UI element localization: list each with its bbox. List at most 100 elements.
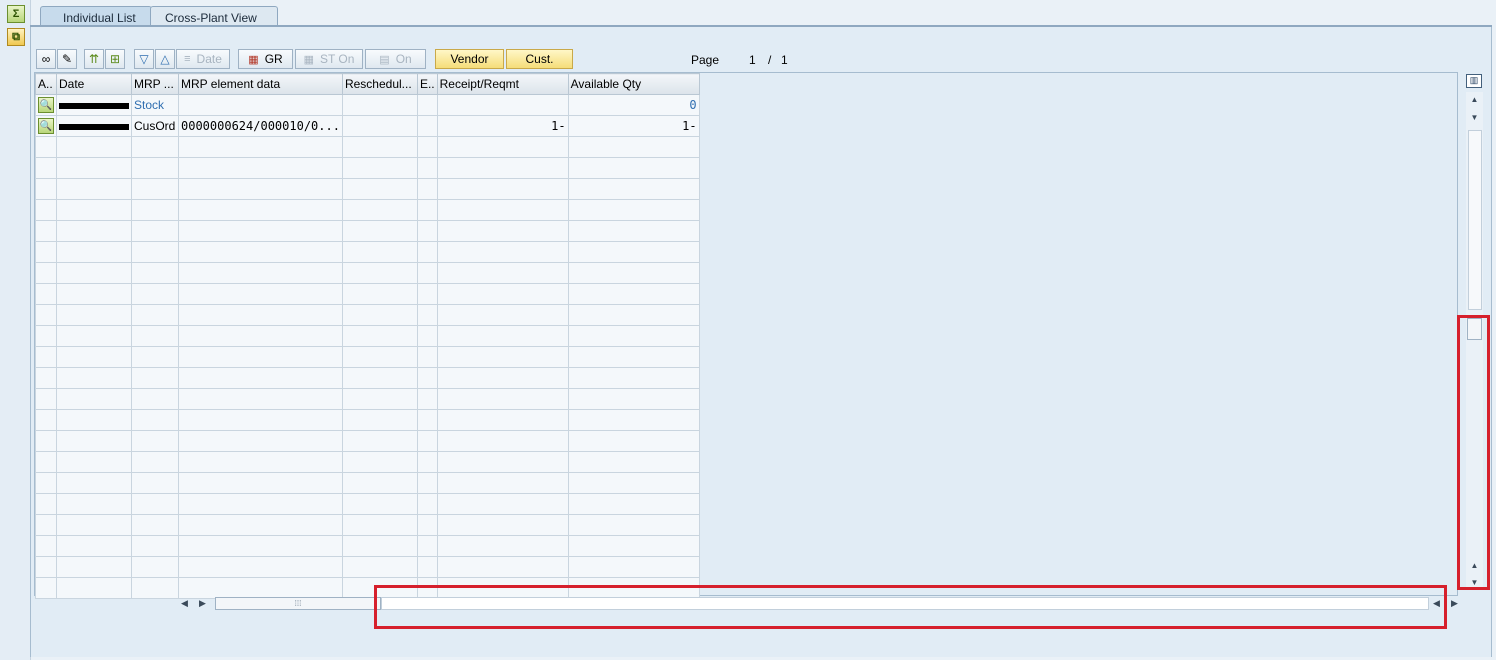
empty-cell — [35, 283, 57, 305]
empty-cell — [416, 451, 438, 473]
col-header-available[interactable]: Available Qty — [567, 73, 700, 95]
col-header-e[interactable]: E.. — [416, 73, 438, 95]
scroll-down-icon[interactable]: ▼ — [1466, 113, 1483, 122]
empty-cell — [131, 493, 179, 515]
empty-cell — [131, 136, 179, 158]
hierarchy-up-icon[interactable]: ⇈ — [84, 49, 104, 69]
collapse-all-icon[interactable]: △ — [155, 49, 175, 69]
empty-cell — [436, 241, 569, 263]
page-total: 1 — [781, 53, 788, 67]
gr-button[interactable]: ▦ GR — [238, 49, 293, 69]
page-current[interactable]: 1 — [749, 53, 756, 67]
detail-cell[interactable]: 🔍 — [35, 115, 57, 137]
empty-cell — [436, 325, 569, 347]
empty-row — [35, 241, 700, 263]
empty-cell — [56, 283, 132, 305]
mrp-element-cell[interactable]: CusOrd — [131, 115, 179, 137]
empty-cell — [341, 367, 418, 389]
empty-cell — [131, 178, 179, 200]
empty-row — [35, 199, 700, 221]
empty-row — [35, 556, 700, 578]
table-row[interactable]: 🔍 CusOrd 0000000624/000010/0... 1- 1- — [35, 115, 700, 137]
empty-cell — [35, 346, 57, 368]
column-layout-icon[interactable]: ▥ — [1466, 74, 1482, 88]
empty-cell — [567, 241, 700, 263]
empty-cell — [131, 367, 179, 389]
empty-row — [35, 493, 700, 515]
empty-cell — [35, 304, 57, 326]
empty-cell — [131, 472, 179, 494]
empty-cell — [56, 577, 132, 599]
scroll-left-icon[interactable]: ◀ — [181, 598, 188, 609]
tab-cross-plant-view[interactable]: Cross-Plant View — [150, 6, 278, 26]
empty-cell — [436, 430, 569, 452]
tab-individual-list[interactable]: Individual List — [40, 6, 152, 26]
empty-cell — [56, 220, 132, 242]
magnifier-icon[interactable]: 🔍 — [38, 97, 54, 113]
empty-cell — [341, 220, 418, 242]
empty-cell — [178, 262, 343, 284]
vendor-button[interactable]: Vendor — [435, 49, 504, 69]
empty-cell — [436, 304, 569, 326]
scroll-right-icon[interactable]: ▶ — [1451, 598, 1458, 609]
expand-all-icon[interactable]: ▽ — [134, 49, 154, 69]
col-header-mrp[interactable]: MRP ... — [131, 73, 179, 95]
empty-cell — [178, 493, 343, 515]
empty-row — [35, 304, 700, 326]
empty-cell — [56, 514, 132, 536]
empty-cell — [416, 178, 438, 200]
empty-cell — [436, 136, 569, 158]
header-row: A.. Date MRP ... MRP element data Resche… — [35, 73, 700, 95]
empty-cell — [178, 388, 343, 410]
empty-cell — [35, 472, 57, 494]
scroll-left-controls[interactable]: ◀ ▶ — [175, 596, 215, 612]
empty-cell — [35, 514, 57, 536]
st-on-button[interactable]: ▦ ST On — [295, 49, 363, 69]
col-header-date[interactable]: Date — [56, 73, 132, 95]
empty-row — [35, 451, 700, 473]
empty-cell — [178, 136, 343, 158]
on-button[interactable]: ▤ On — [365, 49, 426, 69]
col-header-element-data[interactable]: MRP element data — [178, 73, 343, 95]
empty-cell — [567, 367, 700, 389]
horizontal-scroll-thumb[interactable]: ⁞⁞⁞ — [215, 597, 381, 610]
empty-row — [35, 325, 700, 347]
empty-cell — [436, 367, 569, 389]
empty-row — [35, 514, 700, 536]
col-header-receipt[interactable]: Receipt/Reqmt — [436, 73, 569, 95]
hierarchy-add-icon[interactable]: ⊞ — [105, 49, 125, 69]
empty-cell — [416, 493, 438, 515]
mrp-element-cell[interactable]: Stock — [131, 94, 179, 116]
empty-cell — [416, 388, 438, 410]
magnifier-icon[interactable]: 🔍 — [38, 118, 54, 134]
empty-cell — [35, 367, 57, 389]
left-tool-strip — [0, 0, 31, 660]
table-row[interactable]: 🔍 Stock 0 — [35, 94, 700, 116]
col-header-a[interactable]: A.. — [35, 73, 57, 95]
scroll-right-icon[interactable]: ▶ — [199, 598, 206, 609]
date-cell — [56, 115, 132, 137]
pencil-icon[interactable]: ✎ — [57, 49, 77, 69]
vertical-scroll-track[interactable] — [1468, 130, 1482, 310]
empty-cell — [341, 325, 418, 347]
empty-cell — [567, 304, 700, 326]
e-cell — [416, 94, 438, 116]
detail-cell[interactable]: 🔍 — [35, 94, 57, 116]
empty-cell — [56, 367, 132, 389]
empty-row — [35, 178, 700, 200]
scroll-up-icon[interactable]: ▲ — [1466, 95, 1483, 104]
glasses-icon[interactable]: ∞ — [36, 49, 56, 69]
col-header-reschedule[interactable]: Reschedul... — [341, 73, 418, 95]
date-button[interactable]: ≡ Date — [176, 49, 230, 69]
empty-row — [35, 346, 700, 368]
e-cell — [416, 115, 438, 137]
empty-cell — [341, 556, 418, 578]
empty-cell — [178, 199, 343, 221]
sigma-icon[interactable]: Σ — [7, 5, 25, 23]
empty-cell — [436, 409, 569, 431]
export-icon[interactable]: ⧉ — [7, 28, 25, 46]
empty-cell — [56, 493, 132, 515]
empty-cell — [35, 556, 57, 578]
cust-button[interactable]: Cust. — [506, 49, 573, 69]
empty-cell — [56, 325, 132, 347]
